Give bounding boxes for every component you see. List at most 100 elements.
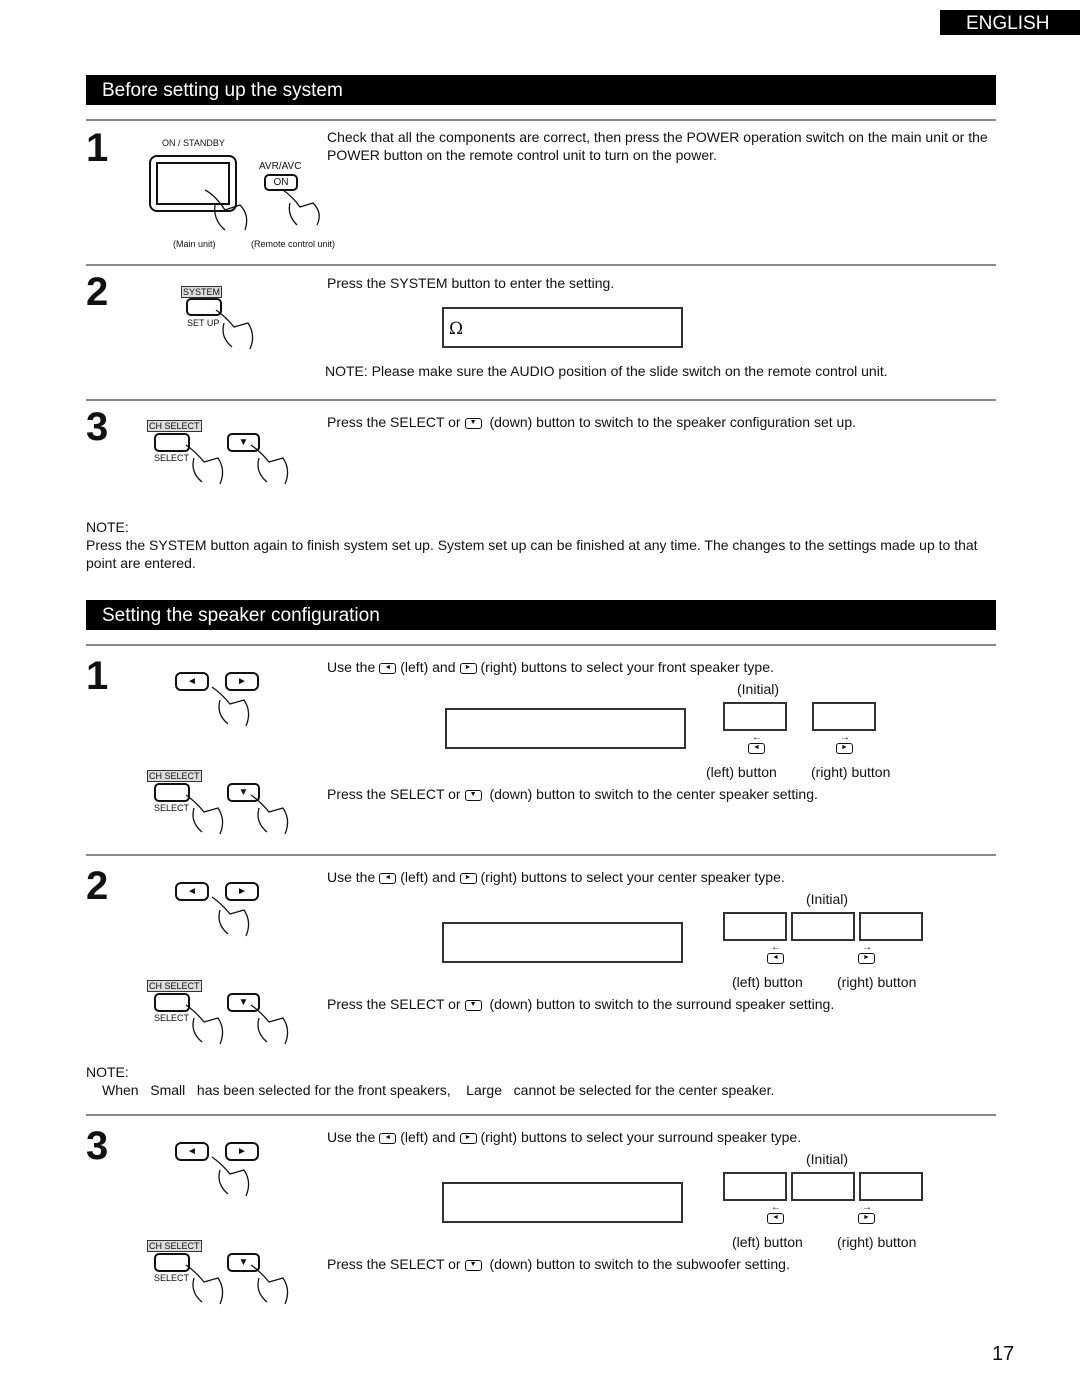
step-select-text: Press the SELECT or ▼ (down) button to sw… bbox=[327, 1255, 790, 1273]
left-button-icon: ◄ bbox=[379, 872, 397, 884]
display-panel bbox=[445, 708, 686, 749]
divider bbox=[86, 264, 996, 266]
right-button-icon: ► bbox=[858, 953, 875, 964]
arrow-right-icon: → bbox=[862, 942, 872, 953]
right-text: (right) buttons to select your front spe… bbox=[480, 659, 774, 675]
arrow-left-icon: ← bbox=[771, 1202, 781, 1213]
step-text: Use the ◄ (left) and ► (right) buttons to se… bbox=[327, 868, 785, 886]
divider bbox=[86, 644, 996, 646]
step-number: 3 bbox=[86, 1124, 109, 1168]
right-button-icon: ► bbox=[459, 872, 477, 884]
left-button-caption: (left) button bbox=[732, 974, 803, 990]
step-number: 2 bbox=[86, 864, 109, 908]
note-text: Press the SYSTEM button again to finish … bbox=[86, 537, 978, 571]
note-heading: NOTE: bbox=[86, 1064, 129, 1080]
left-button-icon: ◄ bbox=[767, 953, 784, 964]
left-button[interactable]: ◄ bbox=[175, 882, 209, 901]
hand-pointer-icon bbox=[250, 794, 289, 835]
divider bbox=[86, 1114, 996, 1116]
option-display-box bbox=[723, 702, 787, 731]
option-display-box bbox=[723, 1172, 787, 1201]
audio-note: NOTE: Please make sure the AUDIO positio… bbox=[325, 363, 888, 379]
left-and: (left) and bbox=[400, 659, 456, 675]
section-title-speaker-config: Setting the speaker configuration bbox=[86, 600, 996, 630]
right-button-icon: ► bbox=[459, 1132, 477, 1144]
left-and: (left) and bbox=[400, 1129, 456, 1145]
hand-pointer-icon bbox=[250, 444, 289, 485]
ch-select-label: CH SELECT bbox=[147, 1240, 202, 1252]
remote-unit-caption: (Remote control unit) bbox=[251, 239, 336, 249]
note-text: When Small has been selected for the fro… bbox=[102, 1082, 775, 1098]
step-select-text: Press the SELECT or ▼ (down) button to sw… bbox=[327, 785, 818, 803]
hand-pointer-icon bbox=[185, 794, 224, 835]
display-panel: Ω bbox=[442, 307, 683, 348]
left-button-icon: ◄ bbox=[379, 1132, 397, 1144]
press-select: Press the SELECT or bbox=[327, 996, 461, 1012]
option-display-box bbox=[791, 1172, 855, 1201]
on-standby-label: ON / STANDBY bbox=[162, 138, 225, 148]
hand-pointer-icon bbox=[185, 1004, 224, 1045]
ch-select-label: CH SELECT bbox=[147, 420, 202, 432]
ch-select-label: CH SELECT bbox=[147, 980, 202, 992]
left-button[interactable]: ◄ bbox=[175, 672, 209, 691]
hand-pointer-icon bbox=[204, 189, 248, 231]
initial-label: (Initial) bbox=[806, 1151, 849, 1167]
down-button-icon: ▼ bbox=[464, 1259, 482, 1271]
press-select: Press the SELECT or bbox=[327, 1256, 461, 1272]
down-button-icon: ▼ bbox=[464, 417, 482, 429]
hand-pointer-icon bbox=[185, 1264, 224, 1305]
hand-pointer-icon bbox=[211, 1156, 250, 1197]
arrow-left-icon: ← bbox=[771, 942, 781, 953]
right-text: (right) buttons to select your center sp… bbox=[480, 869, 785, 885]
section-title-before-setup: Before setting up the system bbox=[86, 75, 996, 105]
down-button-icon: ▼ bbox=[464, 789, 482, 801]
down-button-icon: ▼ bbox=[464, 999, 482, 1011]
right-button-icon: ► bbox=[459, 662, 477, 674]
option-display-box bbox=[859, 1172, 923, 1201]
arrow-right-icon: → bbox=[862, 1202, 872, 1213]
step-text: Use the ◄ (left) and ► (right) buttons to se… bbox=[327, 658, 774, 676]
option-display-box bbox=[812, 702, 876, 731]
right-text: (right) buttons to select your surround … bbox=[480, 1129, 802, 1145]
right-button-caption: (right) button bbox=[837, 974, 917, 990]
hand-pointer-icon bbox=[211, 686, 250, 727]
left-button-icon: ◄ bbox=[379, 662, 397, 674]
divider bbox=[86, 119, 996, 121]
right-button-caption: (right) button bbox=[811, 764, 891, 780]
option-display-box bbox=[859, 912, 923, 941]
initial-label: (Initial) bbox=[737, 681, 780, 697]
down-text: (down) button to switch to the surround … bbox=[489, 996, 835, 1012]
arrow-left-icon: ← bbox=[752, 732, 762, 743]
display-panel bbox=[442, 1182, 683, 1223]
step-number: 2 bbox=[86, 270, 109, 314]
left-button-icon: ◄ bbox=[748, 743, 765, 754]
step-select-text: Press the SELECT or ▼ (down) button to sw… bbox=[327, 995, 834, 1013]
step-text: Press the SELECT or ▼ (down) button to sw… bbox=[327, 413, 856, 431]
left-button-icon: ◄ bbox=[767, 1213, 784, 1224]
hand-pointer-icon bbox=[215, 309, 254, 350]
hand-pointer-icon bbox=[185, 444, 224, 485]
right-button-icon: ► bbox=[836, 743, 853, 754]
use-the: Use the bbox=[327, 659, 376, 675]
hand-pointer-icon bbox=[211, 896, 250, 937]
left-button-caption: (left) button bbox=[732, 1234, 803, 1250]
use-the: Use the bbox=[327, 1129, 376, 1145]
right-button-icon: ► bbox=[858, 1213, 875, 1224]
hand-pointer-icon bbox=[282, 189, 320, 226]
option-display-box bbox=[723, 912, 787, 941]
press-select: Press the SELECT or bbox=[327, 786, 461, 802]
text-before: Press the SELECT or bbox=[327, 414, 461, 430]
main-unit-caption: (Main unit) bbox=[173, 239, 216, 249]
divider bbox=[86, 399, 996, 401]
step-text: Use the ◄ (left) and ► (right) buttons to se… bbox=[327, 1128, 801, 1146]
initial-label: (Initial) bbox=[806, 891, 849, 907]
display-panel bbox=[442, 922, 683, 963]
left-button-caption: (left) button bbox=[706, 764, 777, 780]
page-number: 17 bbox=[992, 1343, 1015, 1365]
use-the: Use the bbox=[327, 869, 376, 885]
step-number: 1 bbox=[86, 654, 109, 698]
left-button[interactable]: ◄ bbox=[175, 1142, 209, 1161]
note-heading: NOTE: bbox=[86, 519, 129, 535]
down-text: (down) button to switch to the subwoofer… bbox=[489, 1256, 790, 1272]
step-text: Press the SYSTEM button to enter the set… bbox=[327, 275, 615, 291]
